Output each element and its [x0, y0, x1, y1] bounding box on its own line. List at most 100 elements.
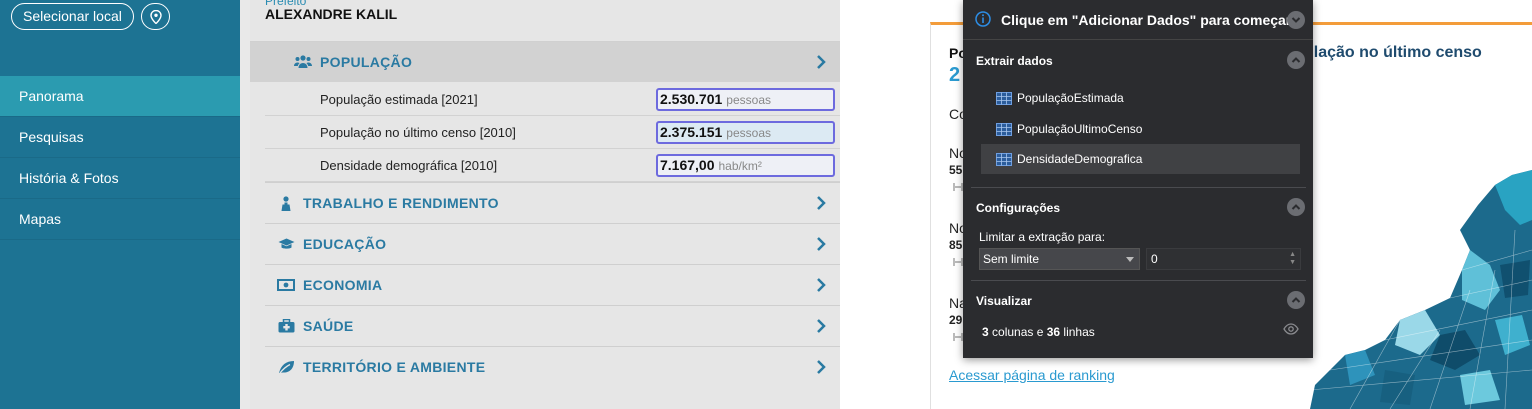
spinner-icon[interactable]: ▲ ▼ — [1289, 251, 1296, 267]
dataset-item[interactable]: PopulaçãoUltimoCenso — [981, 114, 1300, 144]
chevron-right-icon — [816, 54, 826, 75]
info-icon — [975, 11, 991, 30]
prefeito-name: ALEXANDRE KALIL — [265, 6, 398, 22]
pop-value: 2.530.701 — [660, 91, 723, 107]
chevron-down-icon — [1291, 17, 1301, 23]
dataset-label: PopulaçãoUltimoCenso — [1017, 122, 1143, 136]
nav-item-pesquisas[interactable]: Pesquisas — [0, 117, 240, 158]
pop-row-densidade: Densidade demográfica [2010] 7.167,00 hab… — [265, 149, 840, 182]
chevron-up-icon — [1291, 204, 1301, 210]
category-educacao[interactable]: EDUCAÇÃO — [265, 223, 840, 264]
limit-label: Limitar a extração para: — [979, 230, 1106, 244]
location-pin-button[interactable] — [141, 3, 170, 30]
dataset-label: DensidadeDemografica — [1017, 152, 1143, 166]
medkit-icon — [265, 319, 301, 333]
eye-icon[interactable] — [1283, 323, 1299, 338]
dataset-item[interactable]: PopulaçãoEstimada — [981, 83, 1300, 113]
range-tick — [953, 258, 963, 266]
collapse-view-button[interactable] — [1287, 291, 1305, 309]
text-fragment: 85 — [949, 238, 963, 252]
worker-icon — [265, 195, 301, 211]
table-icon — [996, 122, 1012, 136]
category-label: TERRITÓRIO E AMBIENTE — [303, 359, 486, 375]
divider — [971, 187, 1306, 188]
summary-text: linhas — [1060, 325, 1095, 339]
chevron-right-icon — [816, 277, 826, 298]
collapse-config-button[interactable] — [1287, 198, 1305, 216]
nav-item-mapas[interactable]: Mapas — [0, 199, 240, 240]
chevron-right-icon — [816, 318, 826, 339]
main-panel: Prefeito ALEXANDRE KALIL POPULAÇÃO Popul… — [250, 0, 840, 409]
pop-row-label: População no último censo [2010] — [320, 125, 516, 140]
select-location-button[interactable]: Selecionar local — [11, 3, 134, 30]
sidebar: Selecionar local Panorama Pesquisas Hist… — [0, 0, 240, 409]
limit-number-value: 0 — [1151, 252, 1158, 266]
panel-header: Clique em "Adicionar Dados" para começar — [963, 0, 1313, 40]
summary-text: colunas e — [988, 325, 1047, 339]
category-trabalho[interactable]: TRABALHO E RENDIMENTO — [265, 182, 840, 223]
config-section-title: Configurações — [976, 201, 1061, 215]
ranking-link[interactable]: Acessar página de ranking — [949, 367, 1115, 383]
pop-value: 7.167,00 — [660, 157, 715, 173]
pop-row-label: Densidade demográfica [2010] — [320, 158, 498, 173]
collapse-header-button[interactable] — [1287, 11, 1305, 29]
category-populacao[interactable]: POPULAÇÃO — [250, 41, 840, 82]
summary-cols: 3 — [982, 325, 989, 339]
caret-down-icon — [1126, 257, 1134, 262]
panel-header-text: Clique em "Adicionar Dados" para começar — [1001, 12, 1292, 28]
extract-section-title: Extrair dados — [976, 54, 1053, 68]
nav-item-historia-fotos[interactable]: História & Fotos — [0, 158, 240, 199]
range-tick — [953, 183, 963, 191]
pop-value-box[interactable]: 7.167,00 hab/km² — [656, 154, 835, 177]
chevron-right-icon — [816, 359, 826, 380]
graduation-cap-icon — [265, 238, 301, 250]
nav-item-panorama[interactable]: Panorama — [0, 76, 240, 117]
dataset-label: PopulaçãoEstimada — [1017, 91, 1124, 105]
limit-select[interactable]: Sem limite — [979, 248, 1140, 270]
pop-value: 2.375.151 — [660, 124, 723, 140]
category-saude[interactable]: SAÚDE — [265, 305, 840, 346]
category-label: TRABALHO E RENDIMENTO — [303, 195, 499, 211]
card-title: ulação no último censo — [1304, 44, 1482, 61]
pop-unit: hab/km² — [718, 159, 762, 173]
pop-unit: pessoas — [726, 93, 771, 107]
view-section-title: Visualizar — [976, 294, 1032, 308]
leaf-icon — [265, 360, 301, 374]
money-icon — [265, 279, 301, 291]
category-label: EDUCAÇÃO — [303, 236, 387, 252]
text-fragment: 29 — [949, 313, 963, 327]
card-number-fragment: 2 — [949, 64, 961, 86]
chevron-right-icon — [816, 236, 826, 257]
table-icon — [996, 152, 1012, 166]
dataset-item-selected[interactable]: DensidadeDemografica — [981, 144, 1300, 174]
pop-row-estimada: População estimada [2021] 2.530.701 pesso… — [265, 83, 840, 116]
state-map — [1309, 170, 1532, 409]
gutter — [240, 0, 250, 409]
divider — [971, 280, 1306, 281]
summary-rows: 36 — [1046, 325, 1061, 339]
pop-value-box[interactable]: 2.530.701 pessoas — [656, 88, 835, 111]
table-icon — [996, 91, 1012, 105]
category-label: ECONOMIA — [303, 277, 383, 293]
chevron-up-icon — [1291, 297, 1301, 303]
people-icon — [250, 55, 318, 69]
limit-number-input[interactable]: 0 ▲ ▼ — [1146, 248, 1301, 270]
limit-select-value: Sem limite — [983, 252, 1040, 266]
range-tick — [953, 333, 963, 341]
category-label: SAÚDE — [303, 318, 354, 334]
pop-unit: pessoas — [726, 126, 771, 140]
chevron-up-icon — [1291, 57, 1301, 63]
category-economia[interactable]: ECONOMIA — [265, 264, 840, 305]
chevron-right-icon — [816, 195, 826, 216]
sidebar-nav: Panorama Pesquisas História & Fotos Mapa… — [0, 76, 240, 240]
category-territorio[interactable]: TERRITÓRIO E AMBIENTE — [265, 346, 840, 387]
collapse-extract-button[interactable] — [1287, 51, 1305, 69]
map-pin-icon — [149, 9, 162, 24]
extraction-summary: 3 colunas e 36 linhas — [982, 325, 1095, 339]
category-label: POPULAÇÃO — [320, 54, 413, 70]
data-extraction-panel: Clique em "Adicionar Dados" para começar… — [963, 0, 1313, 358]
pop-value-box[interactable]: 2.375.151 pessoas — [656, 121, 835, 144]
pop-row-label: População estimada [2021] — [320, 92, 478, 107]
text-fragment: 55 — [949, 163, 963, 177]
pop-row-censo: População no último censo [2010] 2.375.1… — [265, 116, 840, 149]
